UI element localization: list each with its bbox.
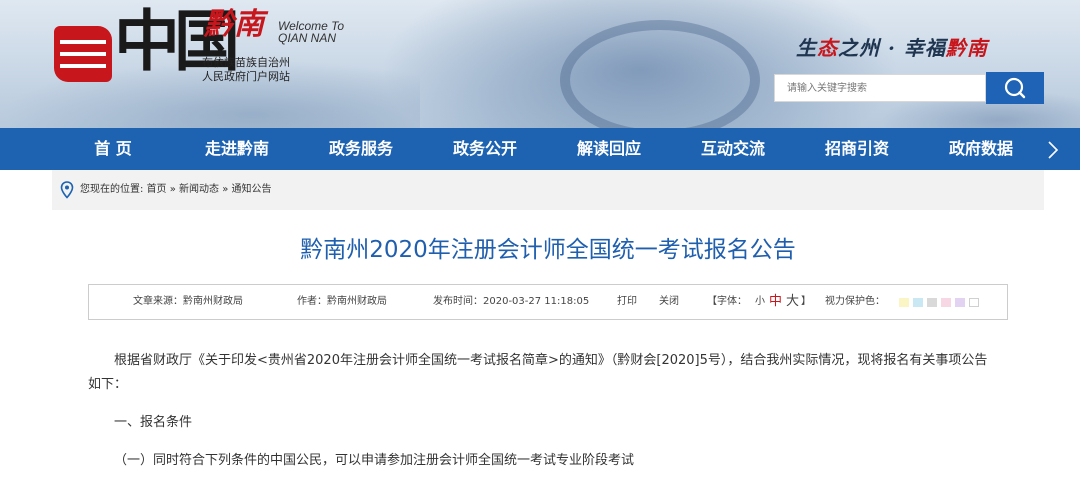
swatch-pink[interactable]	[941, 298, 951, 307]
logo-org-name: 布依族苗族自治州 人民政府门户网站	[202, 56, 290, 84]
swatch-blue[interactable]	[913, 298, 923, 307]
para-1-line-2: 如下：	[88, 377, 128, 392]
meta-time: 发布时间：2020-03-27 11:18:05	[433, 296, 590, 307]
font-size-end: 】	[801, 296, 811, 307]
breadcrumb-separator: »	[219, 184, 232, 195]
breadcrumb-separator: »	[166, 184, 180, 195]
slogan-part-1: 生	[796, 36, 817, 60]
swatch-white[interactable]	[969, 298, 979, 307]
breadcrumb-prefix: 您现在的位置:	[80, 184, 147, 195]
logo-welcome-text: Welcome To QIAN NAN	[278, 20, 344, 44]
nav-item-interact[interactable]: 互动交流	[678, 128, 788, 170]
para-1-line-1: 根据省财政厅《关于印发<贵州省2020年注册会计师全国统一考试报名简章>的通知》…	[114, 353, 988, 368]
font-large-button[interactable]: 大	[786, 285, 799, 319]
search-icon	[1004, 77, 1026, 99]
slogan-red-2: 黔南	[945, 36, 988, 60]
eye-protect-label: 视力保护色：	[825, 296, 885, 307]
font-medium-button[interactable]: 中	[769, 285, 782, 319]
meta-author: 作者：黔南州财政局	[297, 296, 387, 307]
para-item-1: （一）同时符合下列条件的中国公民，可以申请参加注册会计师全国统一考试专业阶段考试	[114, 453, 635, 468]
nav-item-invest[interactable]: 招商引资	[802, 128, 912, 170]
swatch-yellow[interactable]	[899, 298, 909, 307]
slogan: 生态之州 · 幸福黔南	[796, 32, 988, 61]
font-size-label: 【字体：	[707, 296, 747, 307]
search-button[interactable]	[986, 72, 1044, 104]
slogan-part-2: 之州 · 幸福	[838, 36, 946, 60]
breadcrumb-current-link[interactable]: 通知公告	[232, 184, 272, 195]
swatch-gray[interactable]	[927, 298, 937, 307]
org-line-1: 布依族苗族自治州	[202, 56, 290, 69]
org-line-2: 人民政府门户网站	[202, 70, 290, 83]
header-banner: 中国 黔南 Welcome To QIAN NAN 布依族苗族自治州 人民政府门…	[0, 0, 1080, 128]
welcome-line-2: QIAN NAN	[278, 31, 337, 45]
nav-item-interpret[interactable]: 解读回应	[554, 128, 664, 170]
nav-item-services[interactable]: 政务服务	[306, 128, 416, 170]
article-title: 黔南州2020年注册会计师全国统一考试报名公告	[300, 237, 796, 263]
location-pin-icon	[60, 181, 74, 199]
chevron-right-icon[interactable]	[1042, 139, 1064, 161]
nav-item-data[interactable]: 政府数据	[926, 128, 1036, 170]
breadcrumb: 您现在的位置: 首页 » 新闻动态 » 通知公告	[52, 170, 1044, 210]
nav-item-about[interactable]: 走进黔南	[182, 128, 292, 170]
nav-item-disclosure[interactable]: 政务公开	[430, 128, 540, 170]
swatch-purple[interactable]	[955, 298, 965, 307]
close-button[interactable]: 关闭	[659, 285, 679, 319]
main-nav: 首 页 走进黔南 政务服务 政务公开 解读回应 互动交流 招商引资 政府数据	[0, 128, 1080, 170]
logo-qiannan[interactable]: 黔南	[204, 10, 264, 40]
font-small-button[interactable]: 小	[755, 285, 765, 319]
section-heading-1: 一、报名条件	[114, 415, 193, 430]
article-meta-bar: 文章来源：黔南州财政局 作者：黔南州财政局 发布时间：2020-03-27 11…	[88, 284, 1008, 320]
breadcrumb-home-link[interactable]: 首页	[147, 184, 167, 195]
slogan-red-1: 态	[817, 36, 838, 60]
logo-emblem-icon[interactable]	[54, 26, 112, 82]
meta-source: 文章来源：黔南州财政局	[133, 296, 243, 307]
nav-item-home[interactable]: 首 页	[58, 128, 168, 170]
breadcrumb-text: 您现在的位置: 首页 » 新闻动态 » 通知公告	[80, 170, 272, 210]
breadcrumb-news-link[interactable]: 新闻动态	[179, 184, 219, 195]
search-input[interactable]	[774, 74, 986, 102]
print-button[interactable]: 打印	[617, 285, 637, 319]
